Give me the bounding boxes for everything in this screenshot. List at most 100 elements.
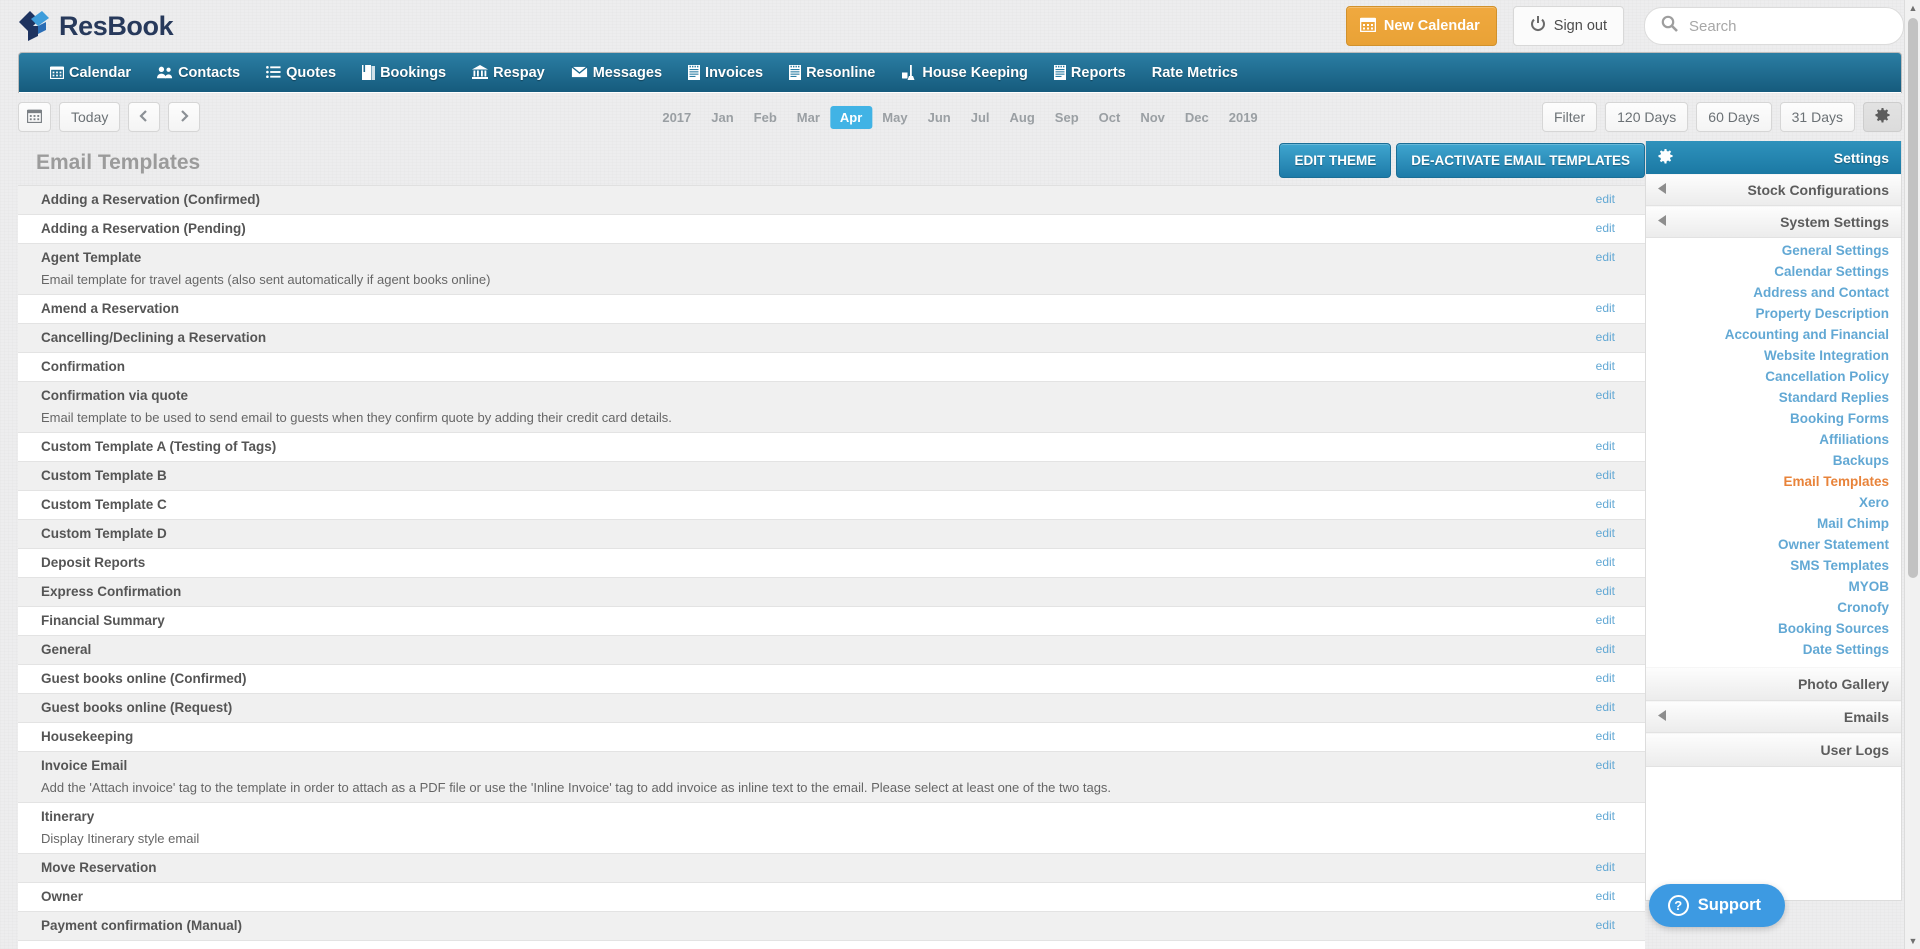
edit-template-link[interactable]: edit xyxy=(1596,468,1615,482)
edit-template-link[interactable]: edit xyxy=(1596,330,1615,344)
nav-item-calendar[interactable]: Calendar xyxy=(37,53,144,93)
edit-theme-button[interactable]: EDIT THEME xyxy=(1279,143,1392,178)
edit-template-link[interactable]: edit xyxy=(1596,221,1615,235)
sidebar-group-emails[interactable]: Emails xyxy=(1646,701,1901,733)
month-mar[interactable]: Mar xyxy=(787,106,830,129)
settings-gear-button[interactable] xyxy=(1863,102,1902,132)
month-jan[interactable]: Jan xyxy=(701,106,743,129)
sidebar-item-cronofy[interactable]: Cronofy xyxy=(1646,597,1901,618)
sidebar-item-cancellation-policy[interactable]: Cancellation Policy xyxy=(1646,366,1901,387)
month-nov[interactable]: Nov xyxy=(1130,106,1175,129)
sidebar-item-xero[interactable]: Xero xyxy=(1646,492,1901,513)
sidebar-item-address-and-contact[interactable]: Address and Contact xyxy=(1646,282,1901,303)
range-button-31-days[interactable]: 31 Days xyxy=(1779,102,1855,132)
edit-template-link[interactable]: edit xyxy=(1596,359,1615,373)
search-box[interactable] xyxy=(1644,7,1904,45)
sidebar-item-website-integration[interactable]: Website Integration xyxy=(1646,345,1901,366)
month-jun[interactable]: Jun xyxy=(918,106,961,129)
edit-template-link[interactable]: edit xyxy=(1596,388,1615,402)
month-apr[interactable]: Apr xyxy=(829,105,873,129)
brand-logo[interactable]: ResBook xyxy=(18,10,174,42)
page-scrollbar[interactable]: ▲ ▼ xyxy=(1904,0,1920,949)
month-oct[interactable]: Oct xyxy=(1089,106,1131,129)
next-period-button[interactable] xyxy=(168,102,201,132)
sidebar-item-myob[interactable]: MYOB xyxy=(1646,576,1901,597)
sidebar-group-system-settings[interactable]: System Settings xyxy=(1646,206,1901,238)
template-name: Confirmation via quote xyxy=(41,388,189,403)
sidebar-item-general-settings[interactable]: General Settings xyxy=(1646,240,1901,261)
month-jul[interactable]: Jul xyxy=(961,106,1000,129)
nav-item-resonline[interactable]: Resonline xyxy=(776,53,888,93)
template-name: Guest books online (Confirmed) xyxy=(41,671,247,686)
edit-template-link[interactable]: edit xyxy=(1596,526,1615,540)
nav-item-bookings[interactable]: Bookings xyxy=(349,53,459,93)
edit-template-link[interactable]: edit xyxy=(1596,584,1615,598)
month-sep[interactable]: Sep xyxy=(1045,106,1089,129)
caret-up-icon[interactable]: ▲ xyxy=(1905,0,1920,16)
scrollbar-thumb[interactable] xyxy=(1908,18,1918,578)
nav-item-respay[interactable]: Respay xyxy=(459,53,558,93)
support-button[interactable]: ? Support xyxy=(1648,884,1785,927)
table-row: Agent Template Email template for travel … xyxy=(18,244,1645,295)
month-2019[interactable]: 2019 xyxy=(1219,106,1268,129)
sign-out-button[interactable]: Sign out xyxy=(1512,6,1624,46)
edit-template-link[interactable]: edit xyxy=(1596,860,1615,874)
search-input[interactable] xyxy=(1689,17,1885,35)
nav-item-messages[interactable]: Messages xyxy=(558,53,675,93)
sidebar-item-booking-sources[interactable]: Booking Sources xyxy=(1646,618,1901,639)
month-may[interactable]: May xyxy=(872,106,917,129)
sidebar-item-backups[interactable]: Backups xyxy=(1646,450,1901,471)
sidebar-item-standard-replies[interactable]: Standard Replies xyxy=(1646,387,1901,408)
sidebar-group-photo-gallery[interactable]: Photo Gallery xyxy=(1646,667,1901,701)
sidebar-item-date-settings[interactable]: Date Settings xyxy=(1646,639,1901,660)
nav-item-rate-metrics[interactable]: Rate Metrics xyxy=(1139,53,1251,93)
edit-template-link[interactable]: edit xyxy=(1596,555,1615,569)
contacts-icon xyxy=(157,65,173,81)
edit-template-link[interactable]: edit xyxy=(1596,613,1615,627)
month-2017[interactable]: 2017 xyxy=(652,106,701,129)
edit-template-link[interactable]: edit xyxy=(1596,250,1615,264)
edit-template-link[interactable]: edit xyxy=(1596,809,1615,823)
edit-template-link[interactable]: edit xyxy=(1596,497,1615,511)
edit-template-link[interactable]: edit xyxy=(1596,642,1615,656)
sidebar-item-mail-chimp[interactable]: Mail Chimp xyxy=(1646,513,1901,534)
edit-template-link[interactable]: edit xyxy=(1596,918,1615,932)
sidebar-item-email-templates[interactable]: Email Templates xyxy=(1646,471,1901,492)
edit-template-link[interactable]: edit xyxy=(1596,758,1615,772)
caret-down-icon[interactable]: ▼ xyxy=(1905,933,1920,949)
nav-item-quotes[interactable]: Quotes xyxy=(253,53,349,93)
range-button-filter[interactable]: Filter xyxy=(1542,102,1598,132)
deactivate-email-templates-button[interactable]: DE-ACTIVATE EMAIL TEMPLATES xyxy=(1396,143,1645,178)
sidebar-group-user-logs[interactable]: User Logs xyxy=(1646,733,1901,767)
edit-template-link[interactable]: edit xyxy=(1596,192,1615,206)
sidebar-item-sms-templates[interactable]: SMS Templates xyxy=(1646,555,1901,576)
month-dec[interactable]: Dec xyxy=(1175,106,1219,129)
nav-item-house-keeping[interactable]: House Keeping xyxy=(888,53,1041,93)
month-aug[interactable]: Aug xyxy=(1000,106,1045,129)
prev-period-button[interactable] xyxy=(128,102,161,132)
sidebar-item-calendar-settings[interactable]: Calendar Settings xyxy=(1646,261,1901,282)
edit-template-link[interactable]: edit xyxy=(1596,671,1615,685)
sidebar-item-booking-forms[interactable]: Booking Forms xyxy=(1646,408,1901,429)
sidebar-item-affiliations[interactable]: Affiliations xyxy=(1646,429,1901,450)
range-button-60-days[interactable]: 60 Days xyxy=(1696,102,1772,132)
gear-icon xyxy=(1875,108,1890,126)
template-description: Add the 'Attach invoice' tag to the temp… xyxy=(41,780,1112,795)
new-calendar-button[interactable]: New Calendar xyxy=(1345,6,1497,46)
range-button-120-days[interactable]: 120 Days xyxy=(1605,102,1689,132)
nav-item-invoices[interactable]: Invoices xyxy=(675,53,776,93)
sidebar-item-owner-statement[interactable]: Owner Statement xyxy=(1646,534,1901,555)
sidebar-item-property-description[interactable]: Property Description xyxy=(1646,303,1901,324)
sidebar-group-stock-configurations[interactable]: Stock Configurations xyxy=(1646,174,1901,206)
today-button[interactable]: Today xyxy=(59,102,121,132)
edit-template-link[interactable]: edit xyxy=(1596,889,1615,903)
edit-template-link[interactable]: edit xyxy=(1596,301,1615,315)
nav-item-reports[interactable]: Reports xyxy=(1041,53,1139,93)
edit-template-link[interactable]: edit xyxy=(1596,700,1615,714)
calendar-picker-button[interactable] xyxy=(18,102,51,132)
nav-item-contacts[interactable]: Contacts xyxy=(144,53,253,93)
edit-template-link[interactable]: edit xyxy=(1596,729,1615,743)
edit-template-link[interactable]: edit xyxy=(1596,439,1615,453)
month-feb[interactable]: Feb xyxy=(744,106,787,129)
sidebar-item-accounting-and-financial[interactable]: Accounting and Financial xyxy=(1646,324,1901,345)
